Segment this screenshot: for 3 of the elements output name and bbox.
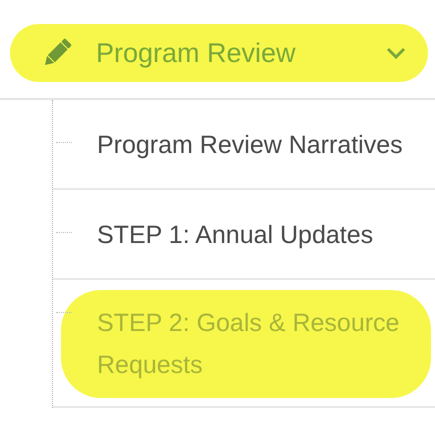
menu-item[interactable]: Program Review Narratives [97, 124, 411, 166]
menu-item[interactable]: STEP 1: Annual Updates [97, 214, 382, 256]
chevron-icon [386, 47, 406, 59]
